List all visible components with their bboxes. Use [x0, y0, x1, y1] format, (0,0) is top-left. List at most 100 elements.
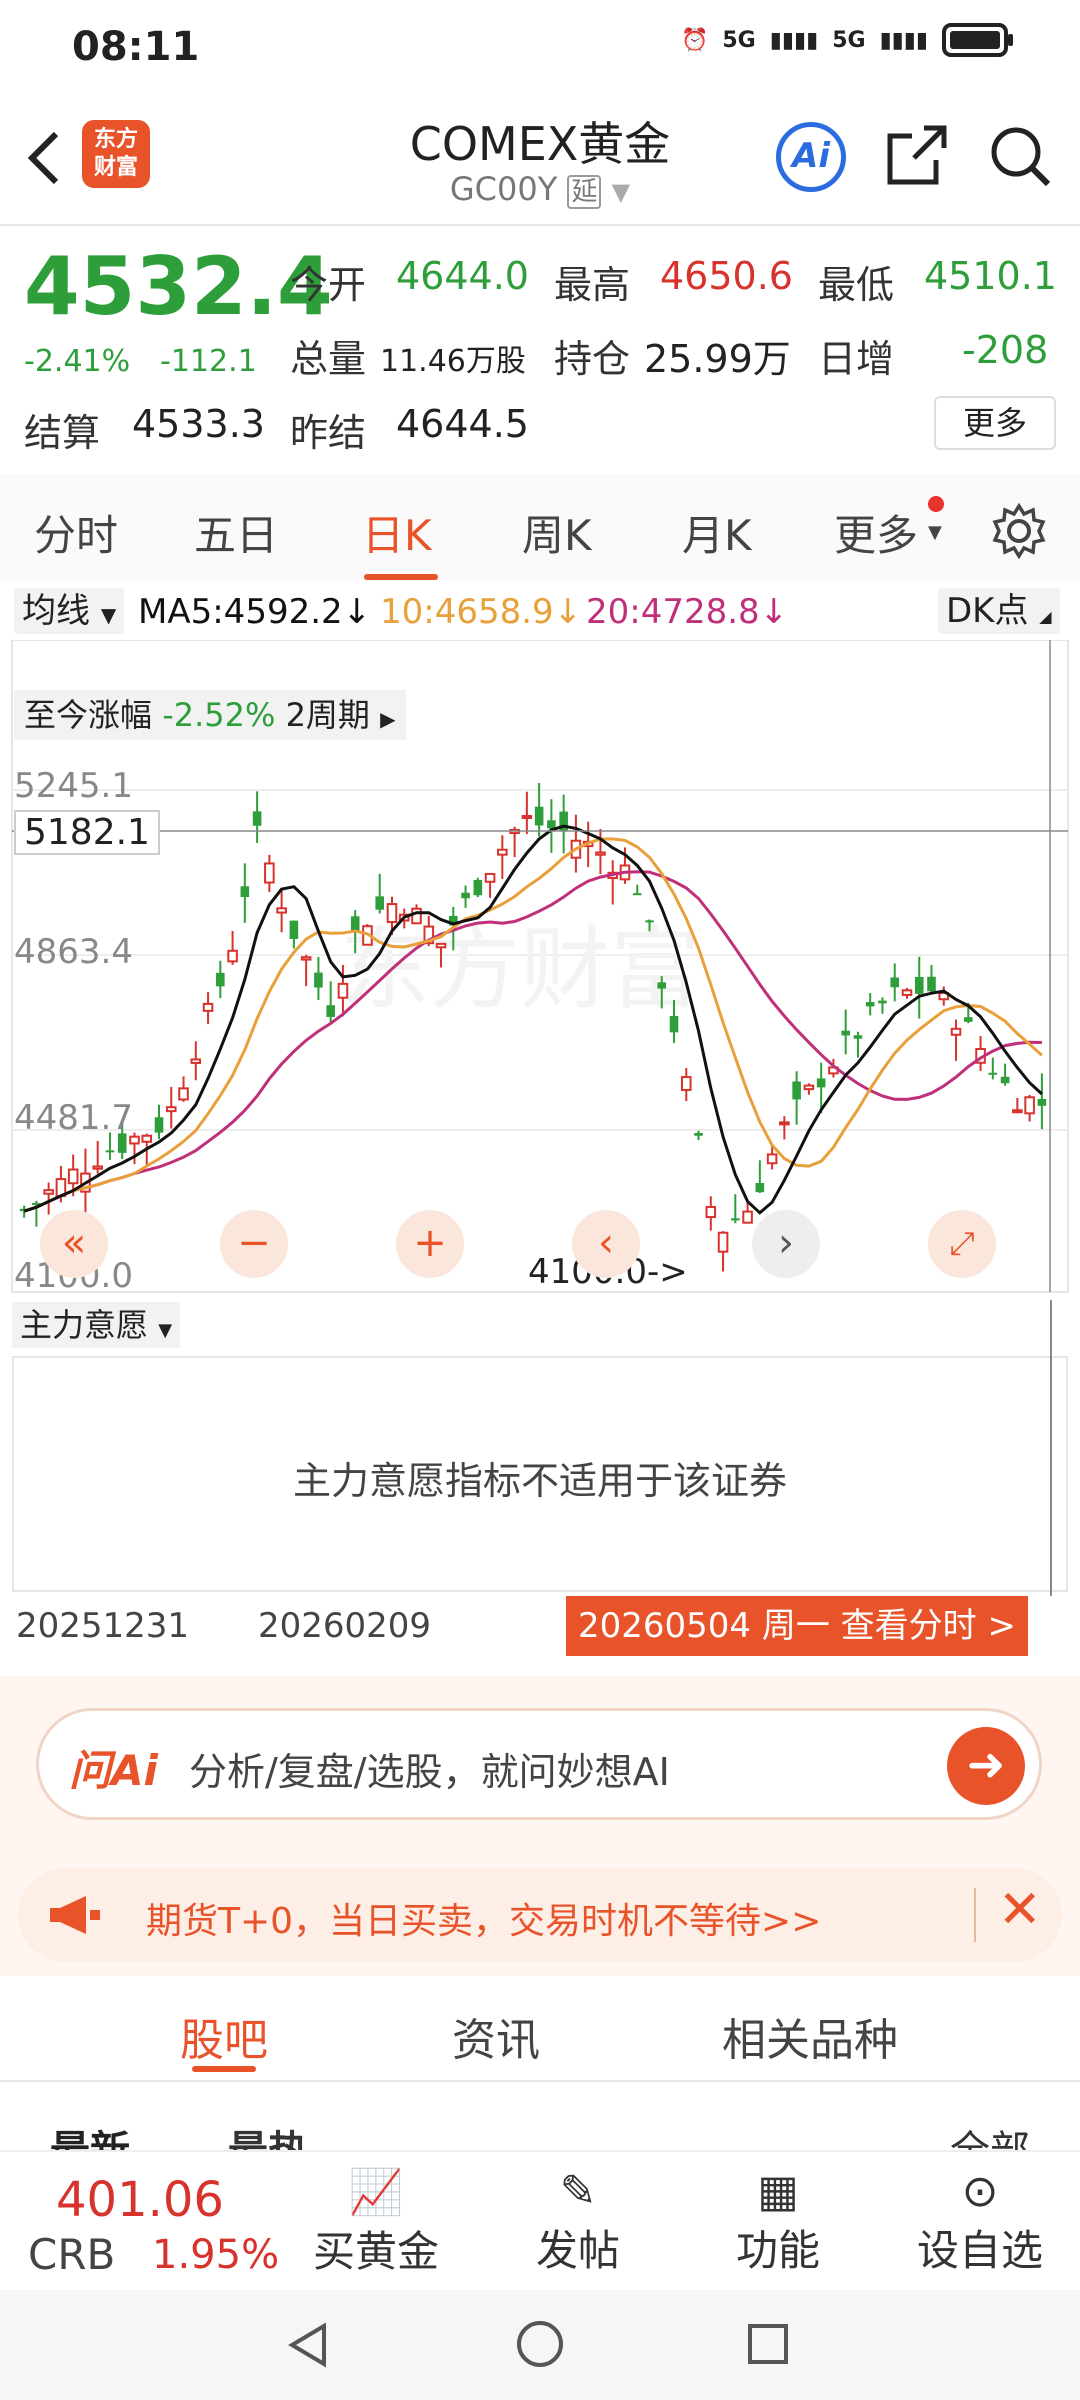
candle-body: [901, 989, 913, 996]
candle-body: [141, 1134, 153, 1143]
candle-body: [731, 1218, 740, 1221]
status-icons: ⏰ 5G ▮▮▮▮ 5G ▮▮▮▮: [681, 22, 1016, 58]
volume-value: 11.46万股: [380, 344, 526, 379]
alarm-icon: ⏰: [680, 27, 709, 53]
edit-icon: ✎: [559, 2166, 597, 2217]
candlestick-chart[interactable]: 东方财富 至今涨幅 -2.52% 2周期 ▶ 5245.1 5182.1 486…: [0, 639, 1080, 1300]
prev-settle-value: 4644.5: [396, 402, 529, 446]
change-pct: -2.41%: [24, 344, 131, 379]
scroll-far-left-button[interactable]: «: [40, 1210, 108, 1278]
tab-forum[interactable]: 股吧: [180, 2004, 268, 2068]
scroll-right-button[interactable]: ›: [752, 1210, 820, 1278]
dk-point-toggle[interactable]: DK点 ◢: [938, 588, 1060, 634]
candle-body: [216, 972, 225, 987]
signal-label-1: 5G: [722, 27, 756, 53]
share-icon[interactable]: [884, 122, 950, 188]
ai-assistant-button[interactable]: Ai: [776, 122, 846, 192]
candle-body: [927, 976, 936, 992]
candle-body: [473, 879, 483, 896]
candle-body: [1037, 1099, 1047, 1106]
candle-body: [755, 1183, 765, 1193]
date-label-1: 20251231: [16, 1606, 190, 1646]
more-dots-icon: ⊙: [961, 2166, 999, 2217]
tab-monthly-k[interactable]: 月K: [682, 502, 752, 563]
candle-body: [202, 1002, 214, 1012]
candle-body: [484, 872, 496, 883]
scroll-left-button[interactable]: ‹: [572, 1210, 640, 1278]
tab-five-day[interactable]: 五日: [194, 502, 278, 563]
signal-icon-2: ▮▮▮▮: [879, 27, 928, 53]
candle-body: [742, 1210, 753, 1224]
period-change-box[interactable]: 至今涨幅 -2.52% 2周期 ▶: [14, 690, 406, 740]
volume-label: 总量: [290, 337, 367, 381]
zoom-out-button[interactable]: −: [220, 1210, 288, 1278]
signal-label-2: 5G: [832, 27, 866, 53]
search-icon[interactable]: [986, 122, 1054, 190]
indicator-selector-label: 主力意愿: [20, 1306, 149, 1344]
candle-body: [289, 920, 299, 939]
more-quote-button[interactable]: 更多: [934, 396, 1056, 450]
y-label-3: 4481.7: [14, 1098, 133, 1138]
tab-weekly-k[interactable]: 周K: [522, 502, 592, 563]
functions-button[interactable]: ▦ 功能: [698, 2166, 858, 2278]
content-tab-indicator: [192, 2066, 256, 2072]
ma-indicator-row: 均线 ▼ MA5:4592.2↓ 10:4658.9↓ 20:4728.8↓ D…: [0, 584, 1080, 640]
view-intraday-button[interactable]: 20260504 周一 查看分时 >: [566, 1596, 1028, 1656]
tab-more[interactable]: 更多: [834, 502, 918, 563]
open-value: 4644.0: [396, 254, 529, 298]
settings-gear-icon[interactable]: [990, 502, 1048, 560]
nav-recents-icon[interactable]: [744, 2320, 792, 2368]
period-arrow-icon: ▶: [380, 707, 396, 731]
crb-label: CRB: [28, 2230, 116, 2279]
ma-selector-label: 均线: [22, 591, 90, 631]
candle-body: [841, 1030, 850, 1036]
candle-body: [461, 892, 470, 899]
promo-banner[interactable]: 期货T+0，当日买卖，交易时机不等待>> ✕: [18, 1868, 1062, 1962]
zoom-in-button[interactable]: +: [396, 1210, 464, 1278]
add-watchlist-button[interactable]: ⊙ 设自选: [900, 2166, 1060, 2278]
close-icon[interactable]: ✕: [998, 1880, 1042, 1940]
candle-body: [914, 976, 924, 994]
buy-gold-button[interactable]: 📈 买黄金: [296, 2166, 456, 2279]
post-button[interactable]: ✎ 发帖: [498, 2166, 658, 2278]
header-divider: [0, 224, 1080, 226]
candle-body: [657, 982, 667, 989]
period-count: 2周期: [285, 696, 370, 734]
prev-settle-label: 昨结: [290, 411, 367, 455]
period-change-value: -2.52%: [162, 696, 276, 734]
open-label: 今开: [290, 263, 367, 307]
candle-body: [964, 1017, 973, 1022]
buy-gold-label: 买黄金: [312, 2227, 439, 2276]
tab-intraday[interactable]: 分时: [34, 502, 118, 563]
ai-placeholder: 分析/复盘/选股，就问妙想AI: [189, 1750, 670, 1794]
nav-back-icon[interactable]: [284, 2320, 334, 2370]
ma-selector[interactable]: 均线 ▼: [14, 588, 125, 634]
ai-query-bar[interactable]: 问Ai 分析/复盘/选股，就问妙想AI ➜: [36, 1708, 1042, 1820]
ai-send-button[interactable]: ➜: [947, 1727, 1025, 1805]
fullscreen-expand-icon[interactable]: ⤢: [928, 1210, 996, 1278]
candle-body: [1000, 1076, 1010, 1084]
status-bar: 08:11 ⏰ 5G ▮▮▮▮ 5G ▮▮▮▮: [0, 0, 1080, 100]
ma10-line: [23, 837, 1043, 1213]
candle-body: [705, 1206, 717, 1219]
low-label: 最低: [818, 263, 895, 307]
candle-body: [779, 1121, 790, 1126]
crb-change: 1.95%: [152, 2232, 280, 2278]
tab-daily-k[interactable]: 日K: [362, 502, 432, 563]
contract-code-text: GC00Y: [449, 170, 558, 208]
nav-home-icon[interactable]: [514, 2318, 566, 2370]
candle-body: [252, 811, 262, 826]
date-label-2: 20260209: [258, 1606, 432, 1646]
indicator-selector[interactable]: 主力意愿 ▼: [12, 1302, 181, 1348]
candle-body: [547, 820, 556, 829]
more-tab-caret-icon: ▼: [928, 522, 942, 543]
tab-news[interactable]: 资讯: [452, 2004, 540, 2068]
settle-label: 结算: [24, 411, 101, 455]
signal-icon: ▮▮▮▮: [769, 27, 819, 53]
candle-body: [988, 1072, 998, 1075]
tab-related[interactable]: 相关品种: [722, 2004, 898, 2068]
dk-caret-icon: ◢: [1039, 607, 1052, 626]
candle-body: [92, 1165, 103, 1170]
candle-body: [105, 1150, 115, 1153]
add-watchlist-label: 设自选: [916, 2226, 1043, 2275]
